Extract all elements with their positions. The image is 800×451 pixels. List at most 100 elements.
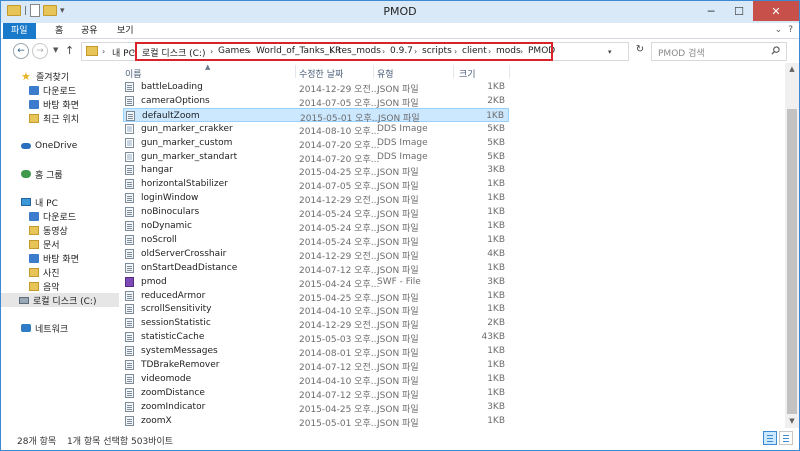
file-name: hangar [141,165,173,176]
nav-label: 다운로드 [43,212,77,223]
file-name: cameraOptions [141,95,210,106]
recent-locations-icon[interactable]: ▼ [53,46,58,54]
nav-homegroup[interactable]: 홈 그룹 [21,167,63,181]
breadcrumb-separator-icon[interactable]: › [102,47,105,56]
json-file-icon [125,165,134,176]
pc-icon [21,198,31,206]
nav-pc-desktop[interactable]: 바탕 화면 [29,251,79,265]
nav-recent-places[interactable]: 최근 위치 [29,111,79,125]
file-row[interactable]: reducedArmor 2015-04-25 오후... JSON 파일 1KB [123,289,509,304]
column-divider[interactable] [373,65,374,78]
file-row[interactable]: battleLoading 2014-12-29 오전... JSON 파일 1KB [123,80,509,95]
desktop-folder-icon [29,99,39,109]
help-icon[interactable]: ? [788,25,793,35]
scroll-thumb[interactable] [787,109,797,414]
explorer-window: | ▾ PMOD ─ ☐ ✕ 파일 홈 공유 보기 ⌄ ? ← → ▼ ↑ › … [0,0,800,451]
file-row[interactable]: pmod 2015-04-24 오후... SWF - File 3KB [123,275,509,290]
file-size: 1KB [486,110,504,121]
large-icons-view-icon[interactable] [779,431,793,445]
minimize-button[interactable]: ─ [697,1,725,21]
file-row[interactable]: noScroll 2014-05-24 오후... JSON 파일 1KB [123,233,509,248]
address-dropdown-icon[interactable]: ▾ [608,48,612,56]
column-type[interactable]: 유형 [377,67,394,80]
file-row[interactable]: TDBrakeRemover 2014-07-12 오전... JSON 파일 1KB [123,358,509,373]
file-row[interactable]: scrollSensitivity 2014-04-10 오후... JSON 파일… [123,302,509,317]
file-name: zoomIndicator [141,401,206,412]
nav-this-pc[interactable]: 내 PC [21,195,58,209]
json-file-icon [125,360,134,370]
nav-label: 로컬 디스크 (C:) [33,296,97,307]
nav-label: 동영상 [43,226,68,237]
search-input[interactable]: PMOD 검색 [651,42,787,61]
file-row[interactable]: hangar 2015-04-25 오후... JSON 파일 3KB [123,163,509,178]
column-divider[interactable] [295,65,296,78]
file-size: 1KB [487,387,505,398]
file-row[interactable]: sessionStatistic 2014-12-29 오전... JSON 파일 2… [123,316,509,331]
column-divider[interactable] [509,65,510,78]
tab-home[interactable]: 홈 [47,23,71,39]
file-row[interactable]: gun_marker_custom 2014-07-20 오후... DDS Ima… [123,136,509,151]
nav-pc-pictures[interactable]: 사진 [29,265,60,279]
tab-share[interactable]: 공유 [73,23,106,39]
column-size[interactable]: 크기 [459,67,476,80]
nav-favorites[interactable]: ★ 즐겨찾기 [21,69,69,83]
network-icon [21,324,31,332]
file-size: 1KB [487,234,505,245]
nav-network[interactable]: 네트워크 [21,321,68,335]
nav-pc-videos[interactable]: 동영상 [29,223,68,237]
file-name: gun_marker_standart [141,151,238,162]
file-name: loginWindow [141,193,199,204]
download-folder-icon [29,211,39,221]
nav-pc-documents[interactable]: 문서 [29,237,60,251]
vertical-scrollbar[interactable]: ▲ ▼ [785,63,799,428]
file-row[interactable]: statisticCache 2015-05-03 오후... JSON 파일 43K… [123,330,509,345]
file-row[interactable]: loginWindow 2014-12-29 오전... JSON 파일 1KB [123,191,509,206]
file-row[interactable]: zoomX 2015-05-01 오후... JSON 파일 1KB [123,414,509,428]
file-row[interactable]: noBinoculars 2014-05-24 오후... JSON 파일 1KB [123,205,509,220]
scroll-up-icon[interactable]: ▲ [785,63,799,76]
scroll-down-icon[interactable]: ▼ [785,415,799,428]
desktop-folder-icon [29,253,39,263]
file-row[interactable]: cameraOptions 2014-07-05 오후... JSON 파일 2KB [123,94,509,109]
file-name: TDBrakeRemover [141,360,220,370]
tab-file[interactable]: 파일 [3,23,36,39]
search-icon[interactable] [771,46,780,55]
column-date[interactable]: 수정한 날짜 [299,67,343,80]
column-divider[interactable] [453,65,454,78]
maximize-button[interactable]: ☐ [725,1,753,21]
column-name[interactable]: 이름 [125,67,142,80]
close-button[interactable]: ✕ [753,1,799,21]
file-row[interactable]: videomode 2014-04-10 오후... JSON 파일 1KB [123,372,509,387]
json-file-icon [125,248,134,259]
file-row[interactable]: noDynamic 2014-05-24 오후... JSON 파일 1KB [123,219,509,234]
file-row[interactable]: defaultZoom 2015-05-01 오후... JSON 파일 1KB [123,107,509,124]
expand-ribbon-icon[interactable]: ⌄ [775,25,783,35]
tab-view[interactable]: 보기 [109,23,142,39]
star-icon: ★ [21,69,31,83]
file-name: noDynamic [141,221,192,231]
file-size: 5KB [487,123,505,134]
file-row[interactable]: horizontalStabilizer 2014-07-05 오후... JSON… [123,177,509,192]
file-size: 5KB [487,137,505,148]
file-row[interactable]: zoomDistance 2014-07-12 오후... JSON 파일 1KB [123,386,509,401]
file-row[interactable]: zoomIndicator 2015-04-25 오후... JSON 파일 3KB [123,400,509,415]
file-row[interactable]: gun_marker_standart 2014-07-20 오후... DDS I… [123,150,509,165]
nav-desktop[interactable]: 바탕 화면 [29,97,79,111]
up-button[interactable]: ↑ [65,44,74,57]
forward-button[interactable]: → [32,43,48,59]
back-button[interactable]: ← [13,43,29,59]
details-view-icon[interactable] [763,431,777,445]
file-row[interactable]: onStartDeadDistance 2014-07-12 오후... JSON … [123,261,509,276]
nav-onedrive[interactable]: OneDrive [21,139,77,153]
nav-local-disk[interactable]: 로컬 디스크 (C:) [1,293,119,307]
nav-pc-music[interactable]: 음악 [29,279,60,293]
title-bar[interactable]: | ▾ PMOD ─ ☐ ✕ [1,1,799,23]
file-row[interactable]: oldServerCrosshair 2014-12-29 오전... JSON 파… [123,247,509,262]
file-row[interactable]: systemMessages 2014-08-01 오후... JSON 파일 1KB [123,344,509,359]
file-row[interactable]: gun_marker_crakker 2014-08-10 오후... DDS Im… [123,122,509,137]
nav-pc-downloads[interactable]: 다운로드 [29,209,76,223]
file-name: defaultZoom [142,110,200,121]
navigation-pane: ★ 즐겨찾기 다운로드 바탕 화면 최근 위치 OneDrive 홈 그룹 내 … [1,63,119,428]
nav-downloads[interactable]: 다운로드 [29,83,76,97]
refresh-button[interactable]: ↻ [633,44,647,58]
